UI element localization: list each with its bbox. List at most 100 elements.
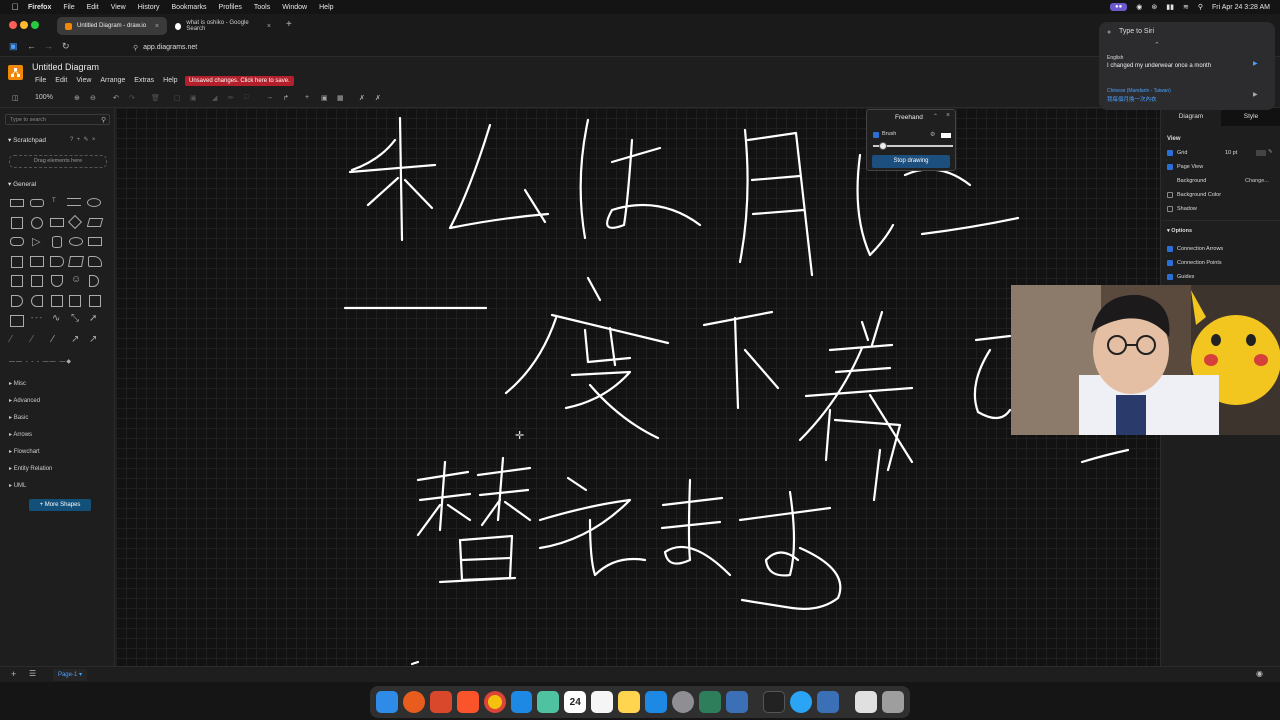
drawio-menu-edit[interactable]: Edit <box>55 77 67 84</box>
tab-diagram[interactable]: Diagram <box>1161 108 1221 126</box>
trash-icon[interactable] <box>882 691 904 713</box>
to-front-icon[interactable]: ▢ <box>174 94 181 102</box>
app-store-icon[interactable] <box>644 691 667 713</box>
edge-line-shapes[interactable]: —— - - - —— —◆ <box>9 358 72 365</box>
bidirectional-arrow-shape[interactable]: ⤡ <box>71 313 79 324</box>
cube-shape[interactable] <box>30 256 44 267</box>
drawio-menu-extras[interactable]: Extras <box>134 77 154 84</box>
process-shape[interactable] <box>50 218 64 227</box>
menu-window[interactable]: Window <box>282 4 307 11</box>
directional-connector-shape[interactable]: ↗ <box>89 334 97 345</box>
draw-tool-icon[interactable]: ✗ <box>359 94 365 102</box>
search-icon[interactable]: ⚲ <box>101 116 106 124</box>
address-field[interactable]: ⚲ app.diagrams.net <box>133 41 953 54</box>
sidebar-toggle-icon[interactable]: ▣ <box>9 41 18 52</box>
drawio-menu-view[interactable]: View <box>76 77 91 84</box>
spotlight-icon[interactable]: ⚲ <box>1198 3 1203 11</box>
app-icon[interactable] <box>817 691 840 713</box>
menubar-datetime[interactable]: Fri Apr 24 3:28 AM <box>1212 4 1270 11</box>
shadow-icon[interactable]: □ <box>244 94 248 101</box>
diamond-shape[interactable] <box>67 214 83 230</box>
forward-button[interactable]: → <box>44 41 53 51</box>
chrome-icon[interactable] <box>483 691 506 713</box>
dashed-line-shape[interactable]: - - - <box>31 315 42 322</box>
unsaved-changes-button[interactable]: Unsaved changes. Click here to save. <box>185 76 294 86</box>
notes-icon[interactable] <box>618 691 640 713</box>
tape-shape[interactable] <box>88 256 102 267</box>
zoom-in-icon[interactable]: ⊕ <box>74 94 80 102</box>
scratchpad-help-icon[interactable]: ? + ✎ × <box>70 136 95 143</box>
line-color-icon[interactable]: ✏ <box>228 94 234 102</box>
connection-arrows-checkbox[interactable] <box>1167 246 1173 252</box>
maps-icon[interactable] <box>537 691 560 713</box>
close-icon[interactable]: × <box>946 112 950 119</box>
actor-shape[interactable]: ☺ <box>71 274 81 285</box>
format-panel-icon[interactable]: ◫ <box>12 94 19 102</box>
control-center-icon[interactable]: ◉ <box>1136 3 1142 11</box>
callout-shape[interactable] <box>51 275 63 287</box>
edit-grid-icon[interactable]: ✎ <box>1268 149 1273 155</box>
document-title[interactable]: Untitled Diagram <box>32 62 99 72</box>
container-shape[interactable] <box>51 295 63 307</box>
triangle-shape[interactable]: ▷ <box>32 235 40 248</box>
change-background-button[interactable]: Change... <box>1245 178 1269 184</box>
sidebar-category-advanced[interactable]: ▸ Advanced <box>9 397 40 404</box>
textbox-shape[interactable] <box>67 198 81 206</box>
menu-profiles[interactable]: Profiles <box>219 4 242 11</box>
drawio-menu-help[interactable]: Help <box>163 77 177 84</box>
scratchpad-drop-area[interactable]: Drag elements here <box>9 155 107 168</box>
internal-storage-shape[interactable] <box>11 256 23 268</box>
brave-icon[interactable] <box>456 691 479 713</box>
page-tab[interactable]: Page-1 ▾ <box>53 669 87 681</box>
arrow-shape[interactable]: ➚ <box>89 313 97 324</box>
rounded-rectangle-shape[interactable] <box>30 199 44 207</box>
site-info-icon[interactable]: ⚲ <box>133 44 138 52</box>
shadow-checkbox[interactable] <box>1167 206 1173 212</box>
text-shape[interactable]: T <box>52 198 56 204</box>
grid-size-input[interactable]: 10 pt <box>1225 150 1237 156</box>
menu-file[interactable]: File <box>63 4 74 11</box>
drawio-menu-file[interactable]: File <box>35 77 46 84</box>
background-color-checkbox[interactable] <box>1167 192 1173 198</box>
recording-indicator-icon[interactable]: ●● <box>1110 3 1128 11</box>
brush-settings-icon[interactable]: ⚙ <box>930 131 935 138</box>
safari-icon[interactable] <box>510 691 533 713</box>
tab-style[interactable]: Style <box>1221 108 1280 126</box>
sidebar-category-uml[interactable]: ▸ UML <box>9 482 26 489</box>
list-shape[interactable] <box>69 295 81 307</box>
apple-icon[interactable]:  <box>10 2 20 12</box>
bluetooth-icon[interactable]: ⊛ <box>1151 3 1157 11</box>
minimize-window-icon[interactable] <box>20 21 28 29</box>
sidebar-category-basic[interactable]: ▸ Basic <box>9 414 28 421</box>
close-tab-icon[interactable]: × <box>155 23 159 30</box>
fill-color-icon[interactable]: ◢ <box>212 94 217 102</box>
insert-icon[interactable]: + <box>305 94 309 101</box>
link-shape[interactable]: ↗ <box>71 334 79 345</box>
downloads-icon[interactable] <box>855 691 878 713</box>
data-storage-shape[interactable] <box>31 295 43 307</box>
menu-edit[interactable]: Edit <box>87 4 99 11</box>
play-icon[interactable]: ▶ <box>1253 60 1258 67</box>
circle-shape[interactable] <box>31 217 43 229</box>
zoom-window-icon[interactable] <box>31 21 39 29</box>
line-shape[interactable]: ∕ <box>10 334 12 345</box>
or-shape[interactable] <box>89 275 99 287</box>
reload-button[interactable]: ↻ <box>62 41 70 52</box>
activity-monitor-icon[interactable] <box>763 691 786 713</box>
brush-color-swatch[interactable] <box>941 133 951 138</box>
zoom-select[interactable]: 100% <box>35 94 53 101</box>
reminders-icon[interactable] <box>591 691 614 713</box>
step-shape[interactable] <box>50 256 64 267</box>
options-section-title[interactable]: ▾ Options <box>1167 228 1192 234</box>
square-shape[interactable] <box>11 217 23 229</box>
delete-icon[interactable]: 🗑 <box>151 94 160 102</box>
guides-checkbox[interactable] <box>1167 274 1173 280</box>
freehand-drawing[interactable] <box>116 108 1160 666</box>
menu-view[interactable]: View <box>111 4 126 11</box>
close-window-icon[interactable] <box>9 21 17 29</box>
new-tab-button[interactable]: + <box>286 19 292 30</box>
brush-checkbox[interactable] <box>873 132 879 138</box>
collapse-icon[interactable]: ⌃ <box>933 113 938 120</box>
card-shape[interactable] <box>31 275 43 287</box>
tab-drawio[interactable]: Untitled Diagram - draw.io × <box>57 17 167 35</box>
